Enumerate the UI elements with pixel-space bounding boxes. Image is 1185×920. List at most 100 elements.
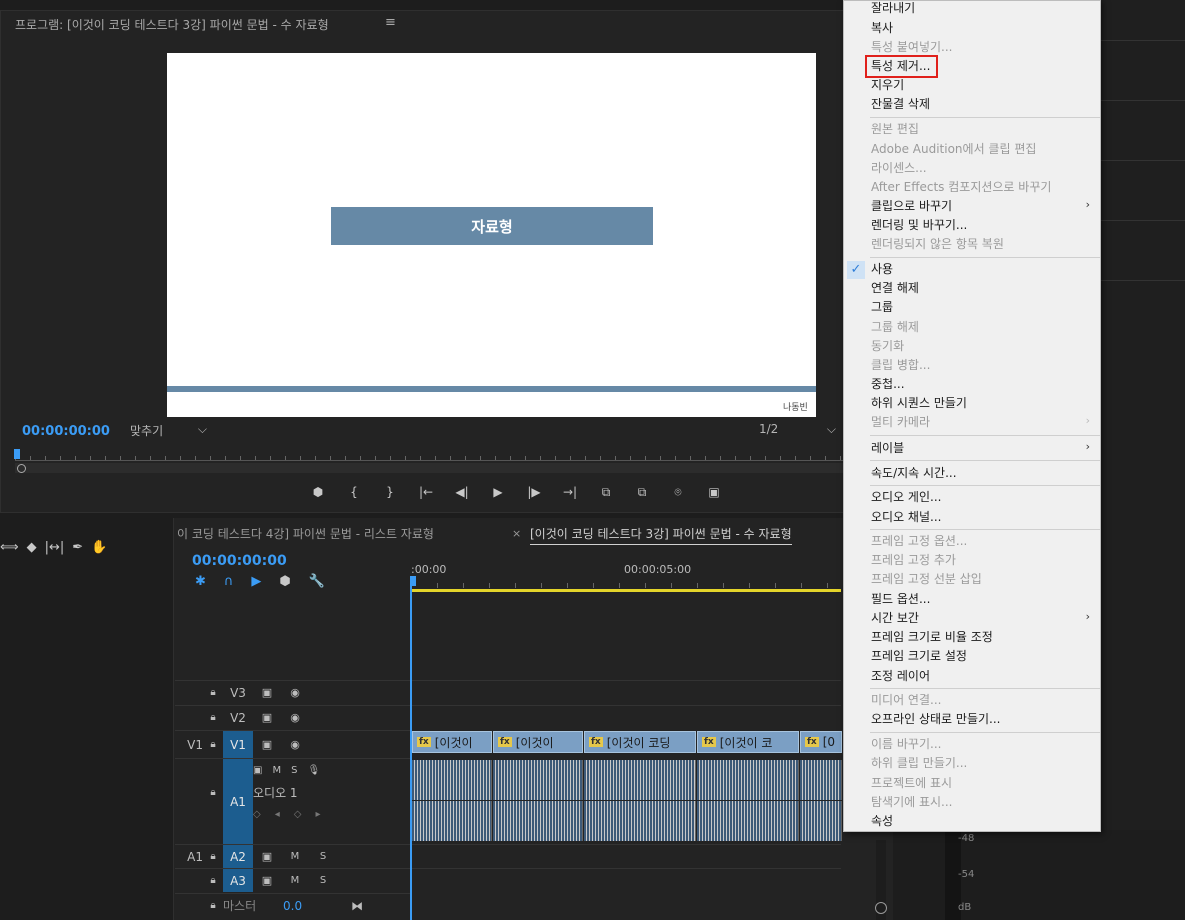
menu-item-frame-hold-options[interactable]: 프레임 고정 옵션... xyxy=(871,532,967,550)
menu-item-audio-gain[interactable]: 오디오 게인... xyxy=(871,488,941,506)
mark-in-icon[interactable]: { xyxy=(336,485,372,500)
sync-lock-icon[interactable]: ▣ xyxy=(253,765,262,776)
video-clip[interactable]: fx [0 xyxy=(800,731,842,753)
extract-icon[interactable]: ⧉ xyxy=(624,485,660,500)
menu-item-insert-frame-hold[interactable]: 프레임 고정 선분 삽입 xyxy=(871,570,982,588)
lane-v2[interactable] xyxy=(411,705,841,730)
ripple-edit-icon[interactable]: ⟺ xyxy=(0,540,19,555)
program-time-ruler[interactable] xyxy=(15,453,845,461)
menu-item-edit-original[interactable]: 원본 편집 xyxy=(871,120,919,138)
go-to-in-icon[interactable]: |← xyxy=(408,485,444,500)
tab-sequence-4[interactable]: 이 코딩 테스트다 4강] 파이썬 문법 - 리스트 자료형 xyxy=(177,525,434,542)
snap-icon[interactable]: ∩ xyxy=(224,574,234,589)
pen-icon[interactable]: ✒ xyxy=(72,540,83,555)
sync-lock-icon[interactable]: ▣ xyxy=(253,686,281,699)
lane-v3[interactable] xyxy=(411,680,841,705)
menu-item-synchronize[interactable]: 동기화 xyxy=(871,337,904,355)
nest-icon[interactable]: ✱ xyxy=(195,574,206,589)
timeline-ruler[interactable] xyxy=(411,578,841,588)
tab-sequence-3[interactable]: [이것이 코딩 테스트다 3강] 파이썬 문법 - 수 자료형 xyxy=(530,525,792,545)
slip-icon[interactable]: |↔| xyxy=(45,540,65,555)
menu-item-field-options[interactable]: 필드 옵션... xyxy=(871,590,930,608)
sync-lock-icon[interactable]: ▣ xyxy=(253,711,281,724)
step-forward-icon[interactable]: |▶ xyxy=(516,485,552,500)
solo-button[interactable]: S xyxy=(309,851,337,862)
source-patch[interactable]: A1 xyxy=(175,850,203,864)
menu-item-reveal-in-explorer[interactable]: 탐색기에 표시... xyxy=(871,793,953,811)
menu-item-copy[interactable]: 복사 xyxy=(871,19,893,37)
video-clip[interactable]: fx [이것이 xyxy=(412,731,492,753)
menu-item-merge-clips[interactable]: 클립 병합... xyxy=(871,356,930,374)
sync-lock-icon[interactable]: ▣ xyxy=(253,738,281,751)
audio-clip[interactable] xyxy=(697,760,799,800)
menu-item-group[interactable]: 그룹 xyxy=(871,298,893,316)
master-value[interactable]: 0.0 xyxy=(283,899,323,913)
scroll-handle[interactable] xyxy=(875,902,887,914)
razor-icon[interactable]: ◆ xyxy=(27,540,37,555)
audio-clip[interactable] xyxy=(800,760,842,800)
resolution-dropdown[interactable]: 1/2 ⌵ xyxy=(755,422,840,440)
marker-icon[interactable]: ⬢ xyxy=(300,485,336,500)
menu-item-time-interpolation[interactable]: 시간 보간 xyxy=(871,609,919,627)
add-marker-icon[interactable]: ⬢ xyxy=(279,574,290,589)
go-to-out-icon[interactable]: →| xyxy=(552,485,588,500)
work-area-bar[interactable] xyxy=(411,589,841,592)
add-keyframe-icon[interactable]: ◇ xyxy=(294,809,302,820)
timeline-timecode[interactable]: 00:00:00:00 xyxy=(192,553,287,569)
track-name[interactable]: A2 xyxy=(223,845,253,868)
menu-item-adjustment-layer[interactable]: 조정 레이어 xyxy=(871,667,930,685)
sync-lock-icon[interactable]: ▣ xyxy=(253,850,281,863)
timeline-playhead[interactable] xyxy=(410,578,412,920)
lock-icon[interactable]: 🔒︎ xyxy=(203,687,223,698)
menu-item-nest[interactable]: 중첩... xyxy=(871,375,905,393)
menu-item-edit-in-audition[interactable]: Adobe Audition에서 클립 편집 xyxy=(871,140,1036,158)
step-back-icon[interactable]: ◀| xyxy=(444,485,480,500)
menu-item-label[interactable]: 레이블 xyxy=(871,439,904,457)
audio-clip[interactable] xyxy=(800,801,842,841)
menu-item-unlink[interactable]: 연결 해제 xyxy=(871,279,919,297)
timeline-playhead-handle[interactable] xyxy=(410,576,416,586)
program-playhead[interactable] xyxy=(14,449,20,459)
close-icon[interactable]: × xyxy=(512,527,521,540)
menu-item-speed-duration[interactable]: 속도/지속 시간... xyxy=(871,464,957,482)
menu-item-cut[interactable]: 잘라내기 xyxy=(871,0,915,17)
menu-item-render-replace[interactable]: 렌더링 및 바꾸기... xyxy=(871,216,967,234)
scroll-handle[interactable] xyxy=(17,464,26,473)
mute-button[interactable]: M xyxy=(281,851,309,862)
audio-clip[interactable] xyxy=(493,801,583,841)
menu-item-restore-unrendered[interactable]: 렌더링되지 않은 항목 복원 xyxy=(871,235,1004,253)
menu-item-clear[interactable]: 지우기 xyxy=(871,76,904,94)
eye-icon[interactable]: ◉ xyxy=(281,686,309,699)
menu-item-paste-attributes[interactable]: 특성 붙여넣기... xyxy=(871,38,953,56)
mute-button[interactable]: M xyxy=(272,765,281,776)
menu-item-make-offline[interactable]: 오프라인 상태로 만들기... xyxy=(871,710,1000,728)
menu-item-make-subsequence[interactable]: 하위 시퀀스 만들기 xyxy=(871,394,967,412)
menu-item-ungroup[interactable]: 그룹 해제 xyxy=(871,318,919,336)
go-to-end-icon[interactable]: ⧓ xyxy=(323,899,363,913)
solo-button[interactable]: S xyxy=(291,765,297,776)
source-patch[interactable]: V1 xyxy=(175,738,203,752)
eye-icon[interactable]: ◉ xyxy=(281,711,309,724)
lock-icon[interactable]: 🔒︎ xyxy=(203,787,223,798)
solo-button[interactable]: S xyxy=(309,875,337,886)
sync-lock-icon[interactable]: ▣ xyxy=(253,874,281,887)
track-name[interactable]: A1 xyxy=(223,759,253,845)
audio-clip[interactable] xyxy=(493,760,583,800)
mute-button[interactable]: M xyxy=(281,875,309,886)
audio-clip[interactable] xyxy=(697,801,799,841)
camera-icon[interactable]: ⌾ xyxy=(660,485,696,500)
lock-icon[interactable]: 🔒︎ xyxy=(203,900,223,911)
menu-item-link-media[interactable]: 미디어 연결... xyxy=(871,691,941,709)
menu-item-audio-channels[interactable]: 오디오 채널... xyxy=(871,508,941,526)
lane-a3[interactable] xyxy=(411,868,841,893)
lock-icon[interactable]: 🔒︎ xyxy=(203,739,223,750)
track-name[interactable]: A3 xyxy=(223,869,253,892)
menu-item-replace-with-clip[interactable]: 클립으로 바꾸기 xyxy=(871,197,952,215)
linked-select-icon[interactable]: ▶ xyxy=(251,574,261,589)
program-timecode[interactable]: 00:00:00:00 xyxy=(22,424,110,439)
next-keyframe-icon[interactable]: ▸ xyxy=(315,809,320,820)
mark-out-icon[interactable]: } xyxy=(372,485,408,500)
panel-menu-icon[interactable]: ≡ xyxy=(385,15,396,30)
video-clip[interactable]: fx [이것이 코딩 xyxy=(584,731,696,753)
menu-item-set-to-frame[interactable]: 프레임 크기로 설정 xyxy=(871,647,967,665)
